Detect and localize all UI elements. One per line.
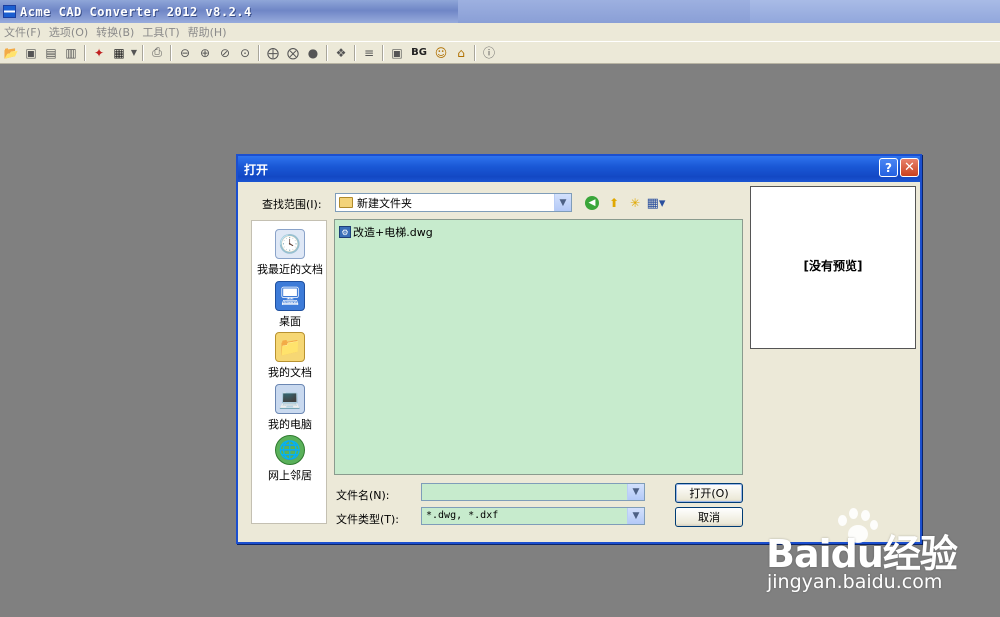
convert-icon[interactable]: ✦	[90, 44, 108, 62]
toolbar: 📂 ▣ ▤ ▥ ✦ ▦ ▼ ⎙ ⊖ ⊕ ⊘ ⊙ ⨁ ⨂ ● ❖ ≡ ▣ BG ☺…	[0, 42, 1000, 64]
file-name-label: 文件名(N):	[336, 489, 390, 502]
chevron-down-icon[interactable]: ▼	[130, 44, 138, 62]
preview-text: [没有预览]	[803, 259, 863, 273]
look-in-select[interactable]: 新建文件夹 ▼	[335, 193, 572, 212]
chevron-down-icon[interactable]: ▼	[627, 484, 644, 500]
place-my-documents[interactable]: 📁 我的文档	[252, 332, 328, 380]
menu-file[interactable]: 文件(F)	[0, 24, 45, 40]
zoom-realtime-icon[interactable]: ⨁	[264, 44, 282, 62]
help-icon[interactable]: ?	[879, 158, 898, 177]
toolbar-separator	[258, 44, 260, 61]
desktop-icon: 🖥	[275, 281, 305, 311]
look-in-label: 查找范围(I):	[262, 198, 322, 211]
chevron-down-icon[interactable]: ▼	[627, 508, 644, 524]
views-menu-icon[interactable]: ▦▾	[647, 194, 666, 212]
app-title: Acme CAD Converter 2012 v8.2.4	[20, 4, 252, 19]
menu-help[interactable]: 帮助(H)	[184, 24, 231, 40]
toolbar-separator	[382, 44, 384, 61]
menu-convert[interactable]: 转换(B)	[92, 24, 138, 40]
background-icon[interactable]: BG	[408, 44, 430, 62]
place-label: 我的电脑	[268, 418, 312, 431]
save-icon[interactable]: ▣	[22, 44, 40, 62]
preview-pane: [没有预览]	[750, 186, 916, 349]
baidu-watermark: Baidu经验 jingyan.baidu.com	[760, 505, 996, 600]
zoom-out-icon[interactable]: ⊖	[176, 44, 194, 62]
find-icon[interactable]: ⨂	[284, 44, 302, 62]
watermark-brand: Baidu经验	[766, 532, 958, 576]
layer-icon[interactable]: ❖	[332, 44, 350, 62]
file-name: 改造+电梯.dwg	[353, 226, 433, 239]
open-dialog: 打开 ? ✕ 查找范围(I): 新建文件夹 ▼ ◀ ⬆ ✳ ▦▾ 🕓 我最近的文…	[236, 154, 922, 544]
user-icon[interactable]: ☺	[432, 44, 450, 62]
folder-icon	[339, 197, 353, 208]
print-icon[interactable]: ⎙	[148, 44, 166, 62]
my-documents-icon: 📁	[275, 332, 305, 362]
cancel-button[interactable]: 取消	[675, 507, 743, 527]
file-type-label: 文件类型(T):	[336, 513, 400, 526]
pan-icon[interactable]: ●	[304, 44, 322, 62]
toolbar-separator	[142, 44, 144, 61]
layout-icon[interactable]: ≡	[360, 44, 378, 62]
file-name-input[interactable]: ▼	[421, 483, 645, 501]
up-folder-icon[interactable]: ⬆	[605, 194, 623, 212]
export-icon[interactable]: ▥	[62, 44, 80, 62]
new-folder-icon[interactable]: ✳	[626, 194, 644, 212]
toolbar-separator	[474, 44, 476, 61]
app-icon	[3, 5, 16, 18]
about-icon[interactable]: ⓘ	[480, 44, 498, 62]
list-item[interactable]: ⚙ 改造+电梯.dwg	[339, 224, 433, 240]
place-recent[interactable]: 🕓 我最近的文档	[252, 229, 328, 277]
place-my-computer[interactable]: 💻 我的电脑	[252, 384, 328, 432]
file-list[interactable]: ⚙ 改造+电梯.dwg	[334, 219, 743, 475]
dwg-file-icon: ⚙	[339, 226, 351, 238]
home-icon[interactable]: ⌂	[452, 44, 470, 62]
place-desktop[interactable]: 🖥 桌面	[252, 281, 328, 329]
batch-icon[interactable]: ▦	[110, 44, 128, 62]
menu-tools[interactable]: 工具(T)	[138, 24, 183, 40]
zoom-window-icon[interactable]: ⊘	[216, 44, 234, 62]
zoom-fit-icon[interactable]: ⊙	[236, 44, 254, 62]
toolbar-separator	[326, 44, 328, 61]
menu-options[interactable]: 选项(O)	[45, 24, 92, 40]
zoom-in-icon[interactable]: ⊕	[196, 44, 214, 62]
toolbar-separator	[170, 44, 172, 61]
chevron-down-icon[interactable]: ▼	[554, 194, 571, 211]
watermark-url: jingyan.baidu.com	[767, 571, 943, 593]
dialog-title: 打开	[244, 162, 269, 177]
open-icon[interactable]: 📂	[2, 44, 20, 62]
back-icon[interactable]: ◀	[585, 196, 599, 210]
toolbar-separator	[84, 44, 86, 61]
places-bar: 🕓 我最近的文档 🖥 桌面 📁 我的文档 💻 我的电脑 🌐 网上邻居	[251, 220, 327, 524]
recent-documents-icon: 🕓	[275, 229, 305, 259]
look-in-value: 新建文件夹	[357, 196, 412, 210]
place-label: 我最近的文档	[257, 263, 323, 276]
title-bar-segment	[750, 0, 1000, 23]
file-type-value: *.dwg, *.dxf	[426, 510, 499, 521]
place-label: 我的文档	[268, 366, 312, 379]
file-type-select[interactable]: *.dwg, *.dxf ▼	[421, 507, 645, 525]
open-button[interactable]: 打开(O)	[675, 483, 743, 503]
network-places-icon: 🌐	[275, 435, 305, 465]
dialog-nav-toolbar: ◀ ⬆ ✳ ▦▾	[585, 194, 668, 212]
dialog-title-bar[interactable]: 打开 ? ✕	[238, 156, 920, 182]
title-bar-segment	[458, 0, 750, 23]
toolbar-separator	[354, 44, 356, 61]
save-all-icon[interactable]: ▤	[42, 44, 60, 62]
my-computer-icon: 💻	[275, 384, 305, 414]
place-label: 网上邻居	[268, 469, 312, 482]
close-icon[interactable]: ✕	[900, 158, 919, 177]
frame-icon[interactable]: ▣	[388, 44, 406, 62]
place-network[interactable]: 🌐 网上邻居	[252, 435, 328, 483]
place-label: 桌面	[279, 315, 301, 328]
menu-bar: 文件(F) 选项(O) 转换(B) 工具(T) 帮助(H)	[0, 23, 1000, 42]
app-title-bar[interactable]: Acme CAD Converter 2012 v8.2.4	[0, 0, 1000, 23]
